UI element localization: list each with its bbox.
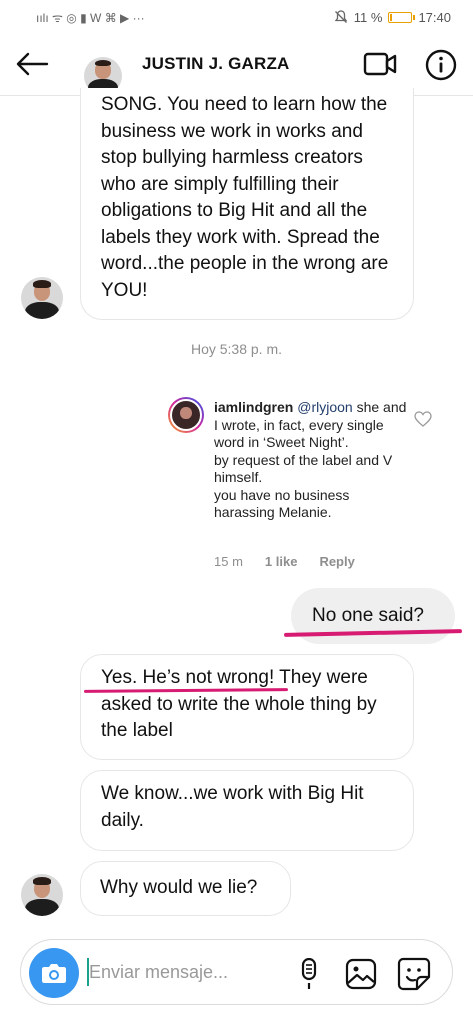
chat-header: JUSTIN J. GARZA <box>0 34 473 96</box>
message-input[interactable] <box>89 956 289 988</box>
message-composer <box>20 939 453 1005</box>
sender-avatar[interactable] <box>21 277 63 319</box>
received-message[interactable]: Why would we lie? <box>80 861 291 916</box>
battery-percent: 11 % <box>353 9 383 25</box>
video-call-button[interactable] <box>362 48 398 80</box>
status-icons: ıılı ᯤ ◎ ▮ W ⌘ ▶ ··· <box>36 9 145 26</box>
clock: 17:40 <box>418 9 451 25</box>
camera-icon <box>42 964 66 983</box>
received-message[interactable]: SONG. You need to learn how the business… <box>80 88 414 320</box>
message-text: No one said? <box>312 605 424 626</box>
sender-avatar[interactable] <box>21 874 63 916</box>
info-button[interactable] <box>424 48 458 82</box>
status-right: 11 % 17:40 <box>334 10 451 25</box>
microphone-icon <box>301 957 317 989</box>
received-message[interactable]: We know...we work with Big Hit daily. <box>80 770 414 851</box>
sticker-icon <box>397 957 431 991</box>
comment-reply: Reply <box>319 554 355 569</box>
comment-mention: @rlyjoon <box>297 399 353 415</box>
comment-likes: 1 like <box>264 554 298 569</box>
signal-icons: ıılı ᯤ ◎ ▮ W ⌘ ▶ ··· <box>36 10 145 25</box>
message-text: SONG. You need to learn how the business… <box>101 94 389 301</box>
microphone-button[interactable] <box>297 957 321 990</box>
comment-meta: 15 m 1 like Reply <box>214 554 355 569</box>
camera-button[interactable] <box>29 948 79 998</box>
commenter-avatar <box>168 397 204 433</box>
message-text: We know...we work with Big Hit daily. <box>101 783 364 831</box>
back-button[interactable] <box>14 48 50 80</box>
info-icon <box>425 49 457 81</box>
received-message[interactable]: Yes. He’s not wrong! They were asked to … <box>80 654 414 760</box>
comment-text: iamlindgren @rlyjoon she and I wrote, in… <box>214 399 408 522</box>
contact-name[interactable]: JUSTIN J. GARZA <box>142 54 290 74</box>
comment-body-2: by request of the label and V himself. <box>214 451 393 486</box>
message-timestamp: Hoy 5:38 p. m. <box>190 341 283 357</box>
mute-bell-icon <box>334 10 348 23</box>
comment-age: 15 m <box>214 554 243 569</box>
heart-icon[interactable] <box>414 411 432 427</box>
back-arrow-icon <box>16 52 49 76</box>
message-text-underlined: Yes. He’s not wrong <box>101 667 269 688</box>
comment-username: iamlindgren <box>214 399 294 415</box>
image-icon <box>345 958 377 990</box>
status-bar: ıılı ᯤ ◎ ▮ W ⌘ ▶ ··· 11 % 17:40 <box>0 0 473 34</box>
comment-body-3: you have no business harassing Melanie. <box>214 486 350 521</box>
shared-comment[interactable]: iamlindgren @rlyjoon she and I wrote, in… <box>164 389 454 579</box>
gallery-button[interactable] <box>345 958 377 990</box>
sticker-button[interactable] <box>397 957 431 991</box>
video-camera-icon <box>363 52 397 76</box>
battery-icon <box>388 11 416 23</box>
message-text: Why would we lie? <box>100 877 258 898</box>
